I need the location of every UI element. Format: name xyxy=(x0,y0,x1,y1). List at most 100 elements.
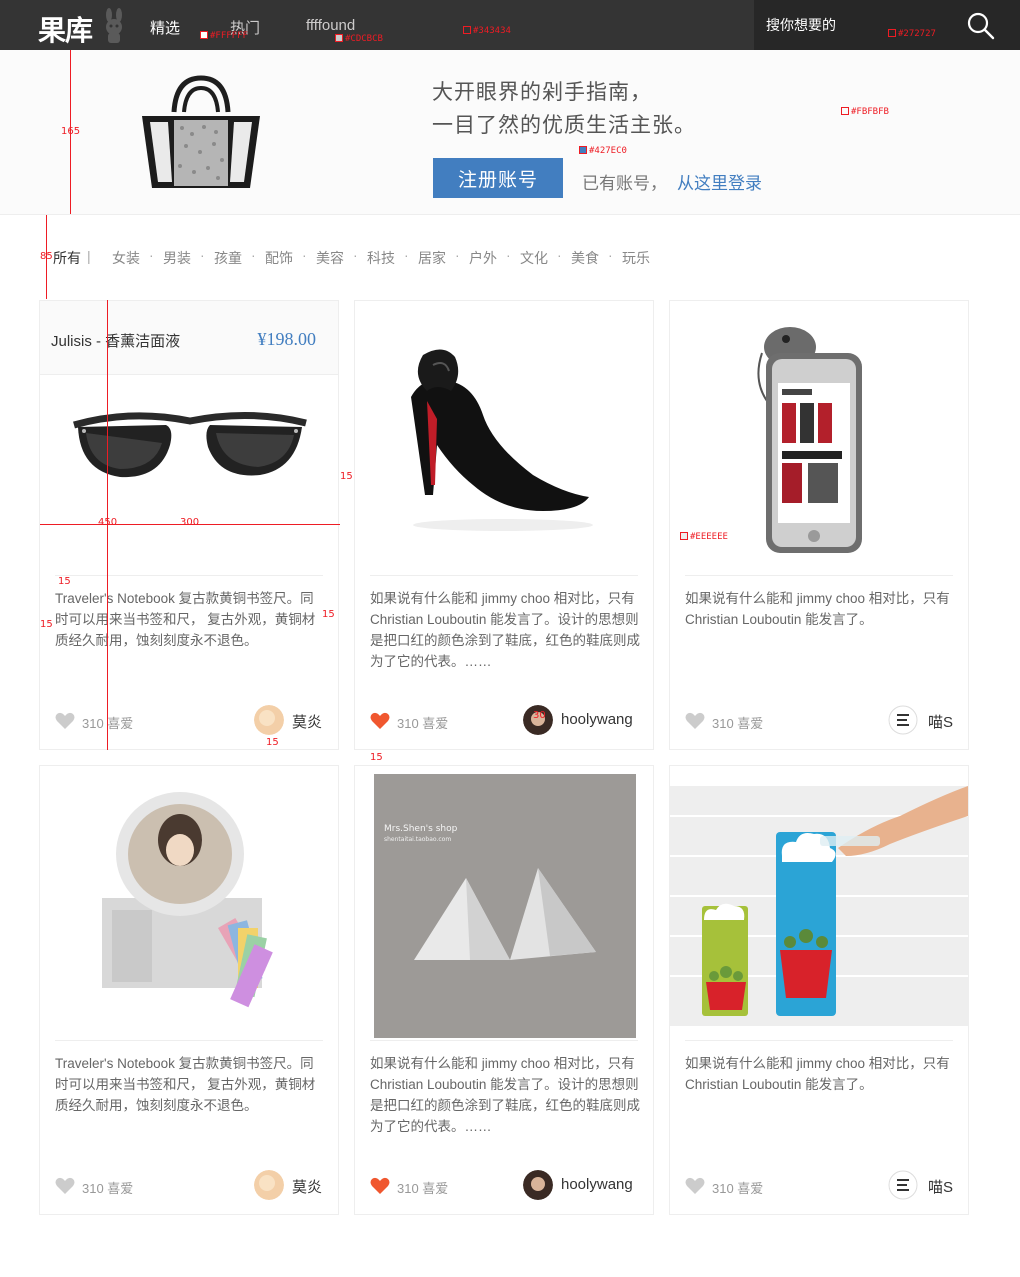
category-beauty[interactable]: 美容 xyxy=(316,248,344,268)
card-divider xyxy=(370,1040,638,1041)
product-title: Julisis - 香薰洁面液 xyxy=(51,333,181,350)
avatar xyxy=(888,705,918,735)
category-kids[interactable]: 孩童 xyxy=(214,248,242,268)
product-description: Traveler's Notebook 复古款黄铜书签尺。同时可以用来当书签和尺… xyxy=(55,591,316,648)
product-card[interactable]: 如果说有什么能和 jimmy choo 相对比，只有 Christian Lou… xyxy=(669,765,969,1215)
author-name: 莫炎 xyxy=(292,1179,323,1196)
product-card[interactable]: 如果说有什么能和 jimmy choo 相对比，只有 Christian Lou… xyxy=(669,300,969,750)
register-button[interactable]: 注册账号 xyxy=(433,158,563,198)
author-info[interactable]: 喵S xyxy=(888,705,954,735)
author-info[interactable]: 喵S xyxy=(888,1170,954,1200)
author-name: 莫炎 xyxy=(292,714,323,731)
color-annotation: #343434 xyxy=(463,26,511,36)
product-description: 如果说有什么能和 jimmy choo 相对比，只有 Christian Lou… xyxy=(685,1056,950,1092)
author-name: 喵S xyxy=(928,1179,954,1196)
like-button[interactable]: 310 喜爱 xyxy=(685,711,775,731)
category-outdoor[interactable]: 户外 xyxy=(469,248,497,268)
slogan-line-1: 大开眼界的剁手指南， xyxy=(432,81,652,104)
author-info[interactable]: 莫炎 xyxy=(254,705,324,735)
product-price: ¥198.00 xyxy=(257,329,317,349)
product-card[interactable]: Traveler's Notebook 复古款黄铜书签尺。同时可以用来当书签和尺… xyxy=(39,765,339,1215)
color-annotation: #CDCBCB xyxy=(335,34,383,44)
author-info[interactable]: hoolywang xyxy=(523,1170,639,1200)
login-link[interactable]: 从这里登录 xyxy=(677,169,762,194)
product-description: Traveler's Notebook 复古款黄铜书签尺。同时可以用来当书签和尺… xyxy=(55,1056,316,1113)
slogan-line-2: 一目了然的优质生活主张。 xyxy=(432,114,696,137)
card-divider xyxy=(685,575,953,576)
card-divider xyxy=(55,575,323,576)
category-women[interactable]: 女装 xyxy=(112,248,140,268)
product-image-area[interactable] xyxy=(670,766,968,1040)
triangle-earrings xyxy=(414,868,596,960)
nav-ffffound[interactable]: ffffound xyxy=(306,17,355,34)
author-info[interactable]: 莫炎 xyxy=(254,1170,324,1200)
rabbit-mascot-icon xyxy=(106,8,122,43)
hero-banner: 大开眼界的剁手指南， 一目了然的优质生活主张。 注册账号 已有账号， 从这里登录 xyxy=(0,50,1020,215)
author-name: hoolywang xyxy=(561,1176,633,1193)
card-divider xyxy=(685,1040,953,1041)
product-image-area[interactable] xyxy=(355,301,653,575)
heart-icon xyxy=(55,712,75,729)
like-count: 310 喜爱 xyxy=(82,1181,134,1196)
dimension-label: 85 xyxy=(40,251,53,262)
heart-icon xyxy=(55,1177,75,1194)
heels-image xyxy=(411,349,593,531)
have-account-text: 已有账号， xyxy=(582,174,667,193)
dimension-label: 15 xyxy=(322,609,335,620)
product-image-area[interactable] xyxy=(40,766,338,1040)
phone-case-image xyxy=(757,327,862,553)
heart-filled-icon xyxy=(370,1177,390,1194)
dimension-label: 450 xyxy=(98,517,118,528)
like-count: 310 喜爱 xyxy=(397,716,449,731)
like-button[interactable]: 310 喜爱 xyxy=(55,711,145,731)
nav-featured[interactable]: 精选 xyxy=(150,17,180,38)
dimension-label: 300 xyxy=(180,517,200,528)
like-button[interactable]: 310 喜爱 xyxy=(685,1176,775,1196)
like-count: 310 喜爱 xyxy=(712,1181,764,1196)
product-image-area[interactable]: Julisis - 香薰洁面液 ¥198.00 xyxy=(40,301,338,575)
search-icon[interactable] xyxy=(966,11,996,41)
handbag-image xyxy=(142,75,260,188)
photo-watermark-url: shentaitai.taobao.com xyxy=(384,836,452,843)
category-culture[interactable]: 文化 xyxy=(520,248,548,268)
like-button[interactable]: 310 喜爱 xyxy=(55,1176,145,1196)
category-food[interactable]: 美食 xyxy=(571,248,599,268)
hero-slogan: 大开眼界的剁手指南， 一目了然的优质生活主张。 xyxy=(432,76,696,142)
category-fun[interactable]: 玩乐 xyxy=(622,248,650,268)
product-card[interactable]: Mrs.Shen's shop shentaitai.taobao.com 如果… xyxy=(354,765,654,1215)
category-men[interactable]: 男装 xyxy=(163,248,191,268)
color-annotation: #EEEEEE xyxy=(680,532,728,542)
like-count: 310 喜爱 xyxy=(712,716,764,731)
dimension-label: 15 xyxy=(370,752,383,763)
sunglasses-image xyxy=(73,411,307,478)
dimension-label: 15 xyxy=(340,471,353,482)
logo[interactable]: 果库 xyxy=(38,9,93,49)
category-tech[interactable]: 科技 xyxy=(367,248,395,268)
photo-watermark: Mrs.Shen's shop xyxy=(384,824,458,834)
category-home[interactable]: 居家 xyxy=(418,248,446,268)
like-button[interactable]: 310 喜爱 xyxy=(370,711,460,731)
category-accessories[interactable]: 配饰 xyxy=(265,248,293,268)
product-image-area[interactable]: Mrs.Shen's shop shentaitai.taobao.com xyxy=(355,766,653,1040)
card-divider xyxy=(55,1040,323,1041)
color-annotation: #FBFBFB xyxy=(841,107,889,117)
category-all[interactable]: 所有 xyxy=(53,248,81,268)
like-button[interactable]: 310 喜爱 xyxy=(370,1176,460,1196)
like-count: 310 喜爱 xyxy=(397,1181,449,1196)
product-title-bar: Julisis - 香薰洁面液 ¥198.00 xyxy=(40,301,338,375)
avatar xyxy=(254,1170,284,1200)
product-description: 如果说有什么能和 jimmy choo 相对比，只有 Christian Lou… xyxy=(370,591,640,669)
avatar xyxy=(254,705,284,735)
earrings-photo: Mrs.Shen's shop shentaitai.taobao.com xyxy=(374,774,636,1038)
author-name: 喵S xyxy=(928,714,954,731)
product-description: 如果说有什么能和 jimmy choo 相对比，只有 Christian Lou… xyxy=(370,1056,640,1134)
avatar xyxy=(888,1170,918,1200)
heart-icon xyxy=(685,712,705,729)
dimension-label: 15 xyxy=(266,737,279,748)
dimension-label: 30 xyxy=(533,710,546,721)
product-card[interactable]: 如果说有什么能和 jimmy choo 相对比，只有 Christian Lou… xyxy=(354,300,654,750)
color-annotation: #427EC0 xyxy=(579,146,627,156)
color-annotation: #FFFFFF xyxy=(200,31,248,41)
color-annotation: #272727 xyxy=(888,29,936,39)
wall-planters-image xyxy=(670,786,968,1026)
